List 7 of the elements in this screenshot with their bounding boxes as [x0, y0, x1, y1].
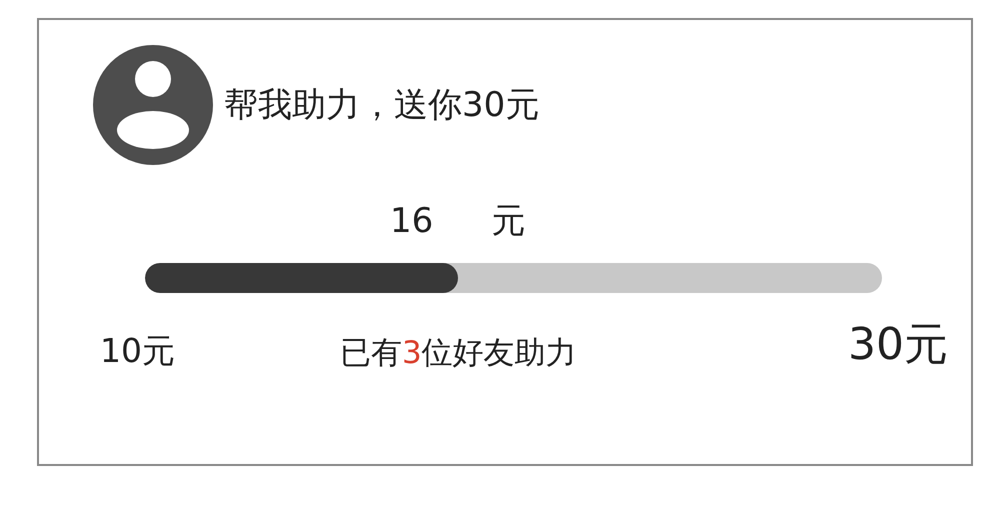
- title: 帮我助力，送你30元: [224, 84, 540, 127]
- avatar-icon: [93, 45, 213, 165]
- min-label: 10元: [100, 330, 176, 372]
- helper-count-text: 已有3位好友助力: [340, 334, 578, 373]
- amount-unit: 元: [491, 200, 526, 243]
- amount-value: 16: [390, 201, 434, 241]
- max-label: 30元: [848, 318, 948, 372]
